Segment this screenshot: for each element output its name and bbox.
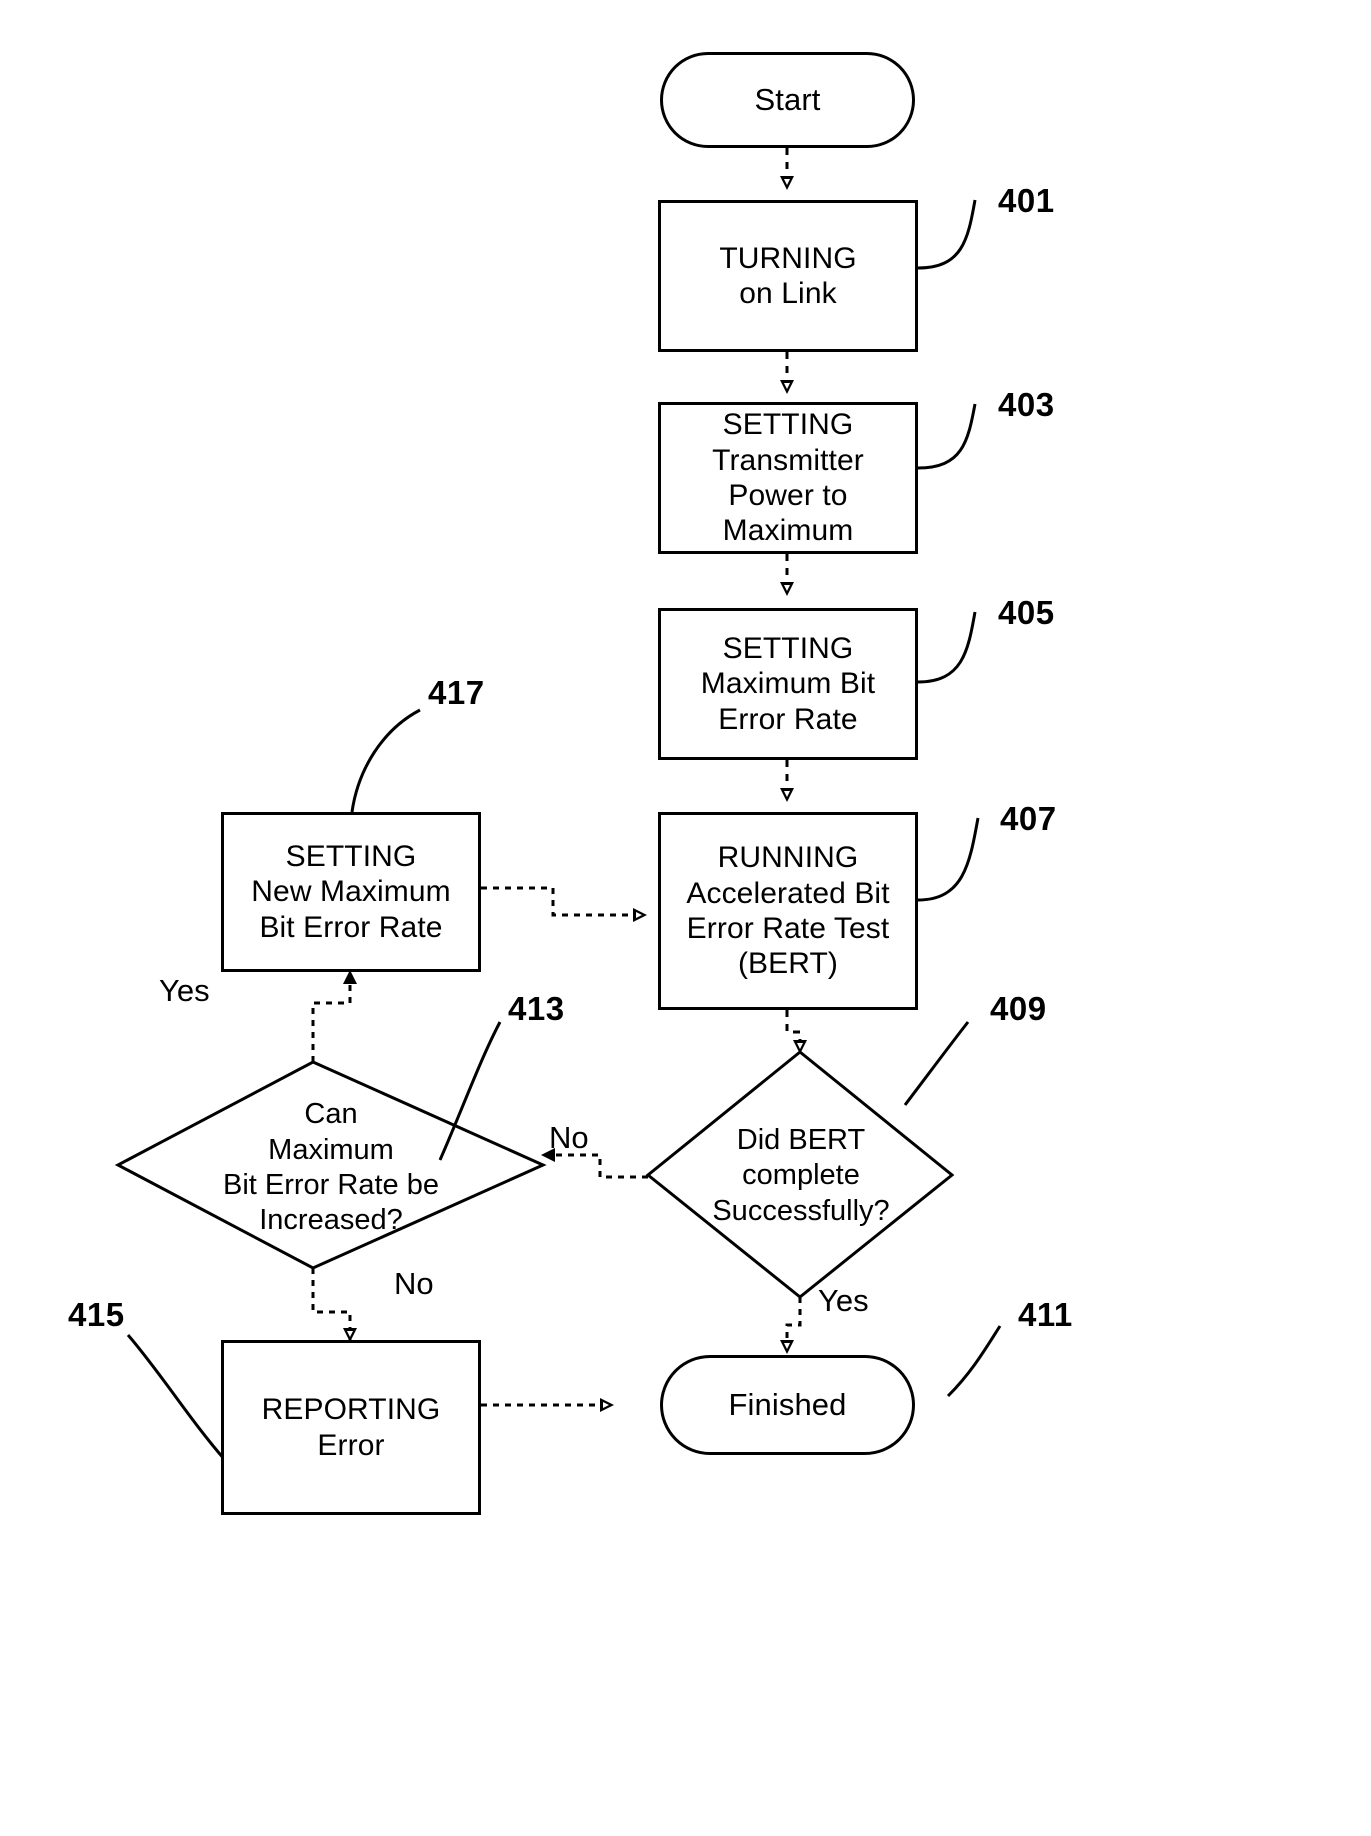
edge-label-bert-yes: Yes — [818, 1283, 869, 1318]
node-did-bert-complete[interactable]: Did BERT complete Successfully? — [660, 1108, 942, 1244]
node-turning-on-link[interactable]: TURNING on Link — [658, 200, 918, 352]
flowchart-canvas: Start TURNING on Link SETTING Transmitte… — [0, 0, 1371, 1836]
node-reporting-error-label: REPORTING Error — [261, 1393, 441, 1462]
node-running-bert[interactable]: RUNNING Accelerated Bit Error Rate Test … — [658, 812, 918, 1010]
ref-number-413: 413 — [508, 990, 565, 1027]
edge-label-can-increase-no: No — [394, 1266, 434, 1301]
node-turning-on-link-label: TURNING on Link — [719, 241, 857, 310]
node-setting-new-max-ber[interactable]: SETTING New Maximum Bit Error Rate — [221, 812, 481, 972]
node-running-bert-label: RUNNING Accelerated Bit Error Rate Test … — [686, 841, 890, 981]
node-can-max-ber-increase[interactable]: Can Maximum Bit Error Rate be Increased? — [148, 1082, 514, 1254]
node-can-max-ber-increase-label: Can Maximum Bit Error Rate be Increased? — [223, 1098, 439, 1237]
node-setting-new-max-ber-label: SETTING New Maximum Bit Error Rate — [251, 839, 451, 944]
edge-label-can-increase-yes: Yes — [159, 973, 210, 1008]
node-reporting-error[interactable]: REPORTING Error — [221, 1340, 481, 1515]
node-setting-transmitter-power[interactable]: SETTING Transmitter Power to Maximum — [658, 402, 918, 554]
node-did-bert-complete-label: Did BERT complete Successfully? — [712, 1123, 890, 1227]
node-setting-max-ber-label: SETTING Maximum Bit Error Rate — [700, 631, 876, 736]
ref-number-403: 403 — [998, 386, 1055, 423]
ref-number-415: 415 — [68, 1296, 125, 1333]
ref-number-409: 409 — [990, 990, 1047, 1027]
ref-number-405: 405 — [998, 594, 1055, 631]
node-setting-transmitter-power-label: SETTING Transmitter Power to Maximum — [712, 408, 864, 548]
node-start-label: Start — [754, 81, 821, 117]
ref-number-411: 411 — [1018, 1296, 1073, 1333]
node-setting-max-ber[interactable]: SETTING Maximum Bit Error Rate — [658, 608, 918, 760]
node-finished-label: Finished — [728, 1386, 847, 1422]
ref-number-407: 407 — [1000, 800, 1057, 837]
ref-number-417: 417 — [428, 674, 485, 711]
node-start[interactable]: Start — [660, 52, 915, 148]
node-finished[interactable]: Finished — [660, 1355, 915, 1455]
edge-label-bert-no: No — [549, 1120, 589, 1155]
ref-number-401: 401 — [998, 182, 1055, 219]
